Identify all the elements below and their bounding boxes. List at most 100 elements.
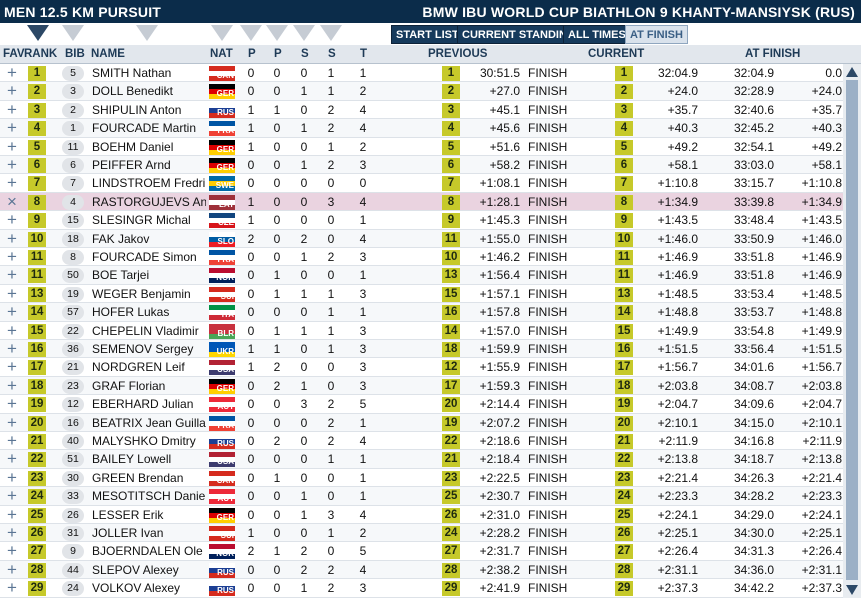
athlete-name[interactable]: MESOTITSCH Daniel <box>92 487 206 505</box>
table-row[interactable]: +4 1 FOURCADE Martin FRA 1 0 1 2 4 4 +45.6 FINISH 4 +… <box>0 119 843 138</box>
header-name[interactable]: NAME <box>91 48 125 60</box>
favorite-add-icon[interactable]: + <box>5 174 19 191</box>
favorite-remove-icon[interactable]: × <box>5 193 19 210</box>
athlete-name[interactable]: SLESINGR Michal <box>92 211 206 229</box>
table-row[interactable]: +25 26 LESSER Erik GER 0 0 1 3 4 26 +2:31.0 FINISH 2… <box>0 505 843 524</box>
table-row[interactable]: +21 40 MALYSHKO Dmitry RUS 0 2 0 2 4 22 +2:18.6 FIN… <box>0 432 843 451</box>
favorite-add-icon[interactable]: + <box>5 450 19 467</box>
table-row[interactable]: +23 30 GREEN Brendan CAN 0 1 0 0 1 23 +2:22.5 FINIS… <box>0 468 843 488</box>
favorite-add-icon[interactable]: + <box>5 211 19 228</box>
favorite-add-icon[interactable]: + <box>5 82 19 99</box>
header-previous[interactable]: PREVIOUS <box>428 48 487 60</box>
table-row[interactable]: +7 7 LINDSTROEM Fredrik SWE 0 0 0 0 0 7 +1:08.1 FIN… <box>0 174 843 193</box>
athlete-name[interactable]: HOFER Lukas <box>92 303 206 321</box>
athlete-name[interactable]: DOLL Benedikt <box>92 82 206 100</box>
header-p1[interactable]: P <box>248 48 256 60</box>
table-row[interactable]: +2 3 DOLL Benedikt GER 0 0 1 1 2 2 +27.0 FINISH 2 +24… <box>0 82 843 101</box>
table-row[interactable]: +1 5 SMITH Nathan CAN 0 0 0 1 1 1 30:51.5 FINISH 1 32… <box>0 64 843 83</box>
table-row[interactable]: +27 9 BJOERNDALEN Ole Ein NOR 2 1 2 0 5 27 +2:31.7… <box>0 542 843 561</box>
favorite-add-icon[interactable]: + <box>5 414 19 431</box>
sort-nat-arrow-icon[interactable] <box>211 25 233 41</box>
scroll-thumb[interactable] <box>846 80 858 580</box>
table-row[interactable]: +16 36 SEMENOV Sergey UKR 1 1 0 1 3 18 +1:59.9 FINI… <box>0 340 843 359</box>
athlete-name[interactable]: BAILEY Lowell <box>92 450 206 468</box>
athlete-name[interactable]: BOEHM Daniel <box>92 138 206 156</box>
header-current[interactable]: CURRENT <box>588 48 644 60</box>
favorite-add-icon[interactable]: + <box>5 156 19 173</box>
favorite-add-icon[interactable]: + <box>5 248 19 265</box>
favorite-add-icon[interactable]: + <box>5 524 19 541</box>
athlete-name[interactable]: LINDSTROEM Fredrik <box>92 174 206 192</box>
favorite-add-icon[interactable]: + <box>5 395 19 412</box>
header-t[interactable]: T <box>360 48 367 60</box>
table-row[interactable]: +5 11 BOEHM Daniel GER 1 0 0 1 2 5 +51.6 FINISH 5 +49… <box>0 137 843 156</box>
athlete-name[interactable]: SEMENOV Sergey <box>92 340 206 358</box>
athlete-name[interactable]: BJOERNDALEN Ole Ein <box>92 542 206 560</box>
favorite-add-icon[interactable]: + <box>5 561 19 578</box>
athlete-name[interactable]: WEGER Benjamin <box>92 285 206 303</box>
athlete-name[interactable]: PEIFFER Arnd <box>92 156 206 174</box>
favorite-add-icon[interactable]: + <box>5 506 19 523</box>
sort-s1-arrow-icon[interactable] <box>293 25 315 41</box>
header-s1[interactable]: S <box>301 48 309 60</box>
athlete-name[interactable]: FOURCADE Simon <box>92 248 206 266</box>
scroll-down-icon[interactable] <box>846 585 858 595</box>
header-s2[interactable]: S <box>328 48 336 60</box>
table-row[interactable]: +24 33 MESOTITSCH Daniel AUT 0 0 1 0 1 25 +2:30.7 F… <box>0 487 843 506</box>
athlete-name[interactable]: CHEPELIN Vladimir <box>92 322 206 340</box>
table-row[interactable]: +6 6 PEIFFER Arnd GER 0 0 1 2 3 6 +58.2 FINISH 6 +58.… <box>0 156 843 175</box>
favorite-add-icon[interactable]: + <box>5 340 19 357</box>
athlete-name[interactable]: SLEPOV Alexey <box>92 561 206 579</box>
table-row[interactable]: +3 2 SHIPULIN Anton RUS 1 1 0 2 4 3 +45.1 FINISH 3 +3… <box>0 100 843 120</box>
favorite-add-icon[interactable]: + <box>5 230 19 247</box>
at-finish-button[interactable]: AT FINISH <box>625 25 688 44</box>
vertical-scrollbar[interactable] <box>843 64 861 598</box>
table-row[interactable]: +26 31 JOLLER Ivan SUI 1 0 0 1 2 24 +2:28.2 FINISH 2… <box>0 524 843 543</box>
favorite-add-icon[interactable]: + <box>5 101 19 118</box>
table-row[interactable]: +18 23 GRAF Florian GER 0 2 1 0 3 17 +1:59.3 FINISH… <box>0 376 843 396</box>
favorite-add-icon[interactable]: + <box>5 432 19 449</box>
favorite-add-icon[interactable]: + <box>5 469 19 486</box>
header-bib[interactable]: BIB <box>65 48 85 60</box>
favorite-add-icon[interactable]: + <box>5 64 19 81</box>
athlete-name[interactable]: RASTORGUJEVS Andre <box>92 193 206 211</box>
header-fav[interactable]: FAV <box>3 48 25 60</box>
favorite-add-icon[interactable]: + <box>5 377 19 394</box>
athlete-name[interactable]: SHIPULIN Anton <box>92 101 206 119</box>
athlete-name[interactable]: JOLLER Ivan <box>92 524 206 542</box>
favorite-add-icon[interactable]: + <box>5 487 19 504</box>
table-row[interactable]: ×84RASTORGUJEVS AndreLAT100348+1:28.1FIN… <box>0 192 843 212</box>
sort-p2-arrow-icon[interactable] <box>266 25 288 41</box>
athlete-name[interactable]: VOLKOV Alexey <box>92 579 206 597</box>
athlete-name[interactable]: BOE Tarjei <box>92 266 206 284</box>
athlete-name[interactable]: SMITH Nathan <box>92 64 206 82</box>
athlete-name[interactable]: BEATRIX Jean Guillau <box>92 414 206 432</box>
athlete-name[interactable]: LESSER Erik <box>92 506 206 524</box>
sort-rank-arrow-icon[interactable] <box>27 25 49 41</box>
table-row[interactable]: +14 57 HOFER Lukas ITA 0 0 0 1 1 16 +1:57.8 FINISH 1… <box>0 303 843 322</box>
sort-p1-arrow-icon[interactable] <box>240 25 262 41</box>
table-row[interactable]: +29 24 VOLKOV Alexey RUS 0 0 1 2 3 29 +2:41.9 FINIS… <box>0 579 843 598</box>
table-row[interactable]: +17 21 NORDGREN Leif USA 1 2 0 0 3 12 +1:55.9 FINIS… <box>0 358 843 377</box>
sort-s2-arrow-icon[interactable] <box>320 25 342 41</box>
header-nat[interactable]: NAT <box>210 48 233 60</box>
current-standing-button[interactable]: CURRENT STANDING <box>457 25 581 44</box>
table-row[interactable]: +22 51 BAILEY Lowell USA 0 0 0 1 1 21 +2:18.4 FINIS… <box>0 450 843 469</box>
table-row[interactable]: +11 8 FOURCADE Simon FRA 0 0 1 2 3 10 +1:46.2 FINIS… <box>0 248 843 267</box>
favorite-add-icon[interactable]: + <box>5 358 19 375</box>
table-row[interactable]: +11 50 BOE Tarjei NOR 0 1 0 0 1 13 +1:56.4 FINISH 11… <box>0 266 843 285</box>
table-row[interactable]: +20 16 BEATRIX Jean Guillau FRA 0 0 0 2 1 19 +2:07… <box>0 413 843 432</box>
table-row[interactable]: +15 22 CHEPELIN Vladimir BLR 0 1 1 1 3 14 +1:57.0 F… <box>0 321 843 340</box>
favorite-add-icon[interactable]: + <box>5 322 19 339</box>
header-at-finish[interactable]: AT FINISH <box>745 48 800 60</box>
header-p2[interactable]: P <box>274 48 282 60</box>
athlete-name[interactable]: EBERHARD Julian <box>92 395 206 413</box>
sort-bib-arrow-icon[interactable] <box>62 25 84 41</box>
table-row[interactable]: +10 18 FAK Jakov SLO 2 0 2 0 4 11 +1:55.0 FINISH 10 +… <box>0 229 843 248</box>
athlete-name[interactable]: GRAF Florian <box>92 377 206 395</box>
table-row[interactable]: +28 44 SLEPOV Alexey RUS 0 0 2 2 4 28 +2:38.2 FINIS… <box>0 560 843 580</box>
start-list-button[interactable]: START LIST <box>391 25 464 44</box>
sort-name-arrow-icon[interactable] <box>136 25 158 41</box>
favorite-add-icon[interactable]: + <box>5 303 19 320</box>
favorite-add-icon[interactable]: + <box>5 266 19 283</box>
